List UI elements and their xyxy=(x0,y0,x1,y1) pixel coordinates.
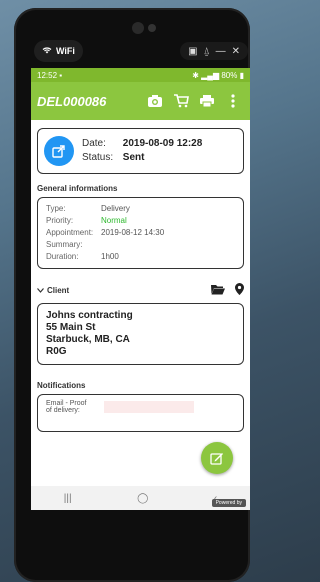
page-title: DEL000086 xyxy=(37,93,107,109)
edit-icon xyxy=(210,453,223,465)
wifi-icon xyxy=(42,46,52,56)
client-name: Johns contracting xyxy=(46,310,133,321)
home-icon[interactable]: ◯ xyxy=(137,493,148,504)
sensor-dot xyxy=(148,24,156,32)
powered-by-badge: Powered by xyxy=(211,499,246,507)
date-status-block: Date: 2019-08-09 12:28 Status: Sent xyxy=(82,137,202,165)
location-pin-icon[interactable] xyxy=(235,283,244,297)
gallery-icon: ▪ xyxy=(59,70,63,80)
edit-fab-button[interactable] xyxy=(201,442,233,474)
info-row-priority: Priority: Normal xyxy=(46,216,127,225)
info-row-appointment: Appointment: 2019-08-12 14:30 xyxy=(46,228,165,237)
date-label: Date: xyxy=(82,138,106,149)
window-controls: ▣ ⍙ — ✕ xyxy=(180,42,248,60)
cart-icon[interactable] xyxy=(170,90,192,112)
general-section-title: General informations xyxy=(37,184,118,193)
app-bar: DEL000086 xyxy=(31,82,250,120)
notifications-section-title: Notifications xyxy=(37,381,86,390)
client-card[interactable]: Johns contracting 55 Main St Starbuck, M… xyxy=(37,303,244,365)
info-row-duration: Duration: 1h00 xyxy=(46,252,119,261)
camera-icon[interactable] xyxy=(144,90,166,112)
redacted-value xyxy=(104,401,194,413)
chevron-down-icon[interactable] xyxy=(37,286,44,295)
battery-level: 80% xyxy=(221,70,238,80)
status-time: 12:52 xyxy=(37,70,58,80)
status-value: Sent xyxy=(122,152,145,163)
bluetooth-icon: ✱ xyxy=(192,70,199,80)
close-icon[interactable]: ✕ xyxy=(232,46,240,57)
print-icon[interactable] xyxy=(196,90,218,112)
status-label: Status: xyxy=(82,152,114,163)
notification-card: Email - Proof of delivery: xyxy=(37,394,244,432)
client-address-line2: Starbuck, MB, CA xyxy=(46,334,130,345)
bell-icon[interactable]: ⍙ xyxy=(204,46,210,57)
more-vertical-icon[interactable] xyxy=(222,90,244,112)
info-row-summary: Summary: xyxy=(46,240,83,249)
client-address-line3: R0G xyxy=(46,346,67,357)
share-icon xyxy=(52,145,65,158)
recent-apps-icon[interactable]: ||| xyxy=(64,493,72,504)
date-value: 2019-08-09 12:28 xyxy=(122,138,203,149)
minimize-icon[interactable]: — xyxy=(216,46,226,57)
folder-icon[interactable] xyxy=(211,284,225,297)
signal-icon: ▂▄▆ xyxy=(201,70,220,80)
wifi-label: WiFi xyxy=(56,46,75,56)
info-row-type: Type: Delivery xyxy=(46,204,130,213)
client-section-header[interactable]: Client xyxy=(37,283,244,297)
status-bar: 12:52 ▪ ✱ ▂▄▆ 80% ▮ xyxy=(31,68,250,82)
device-top-bar: WiFi ▣ ⍙ — ✕ xyxy=(34,40,248,62)
screenshot-icon[interactable]: ▣ xyxy=(188,46,197,57)
general-info-card: Type: Delivery Priority: Normal Appointmen… xyxy=(37,197,244,269)
app-screen: 12:52 ▪ ✱ ▂▄▆ 80% ▮ DEL000086 Date: 2019… xyxy=(31,68,250,510)
client-section-title: Client xyxy=(47,285,70,295)
share-button[interactable] xyxy=(44,136,74,166)
client-address-line1: 55 Main St xyxy=(46,322,96,333)
battery-icon: ▮ xyxy=(239,70,244,80)
wifi-pill: WiFi xyxy=(34,40,83,62)
system-nav-bar: ||| ◯ ‹ Powered by xyxy=(31,486,250,510)
summary-card: Date: 2019-08-09 12:28 Status: Sent xyxy=(37,128,244,174)
camera-lens xyxy=(132,22,144,34)
